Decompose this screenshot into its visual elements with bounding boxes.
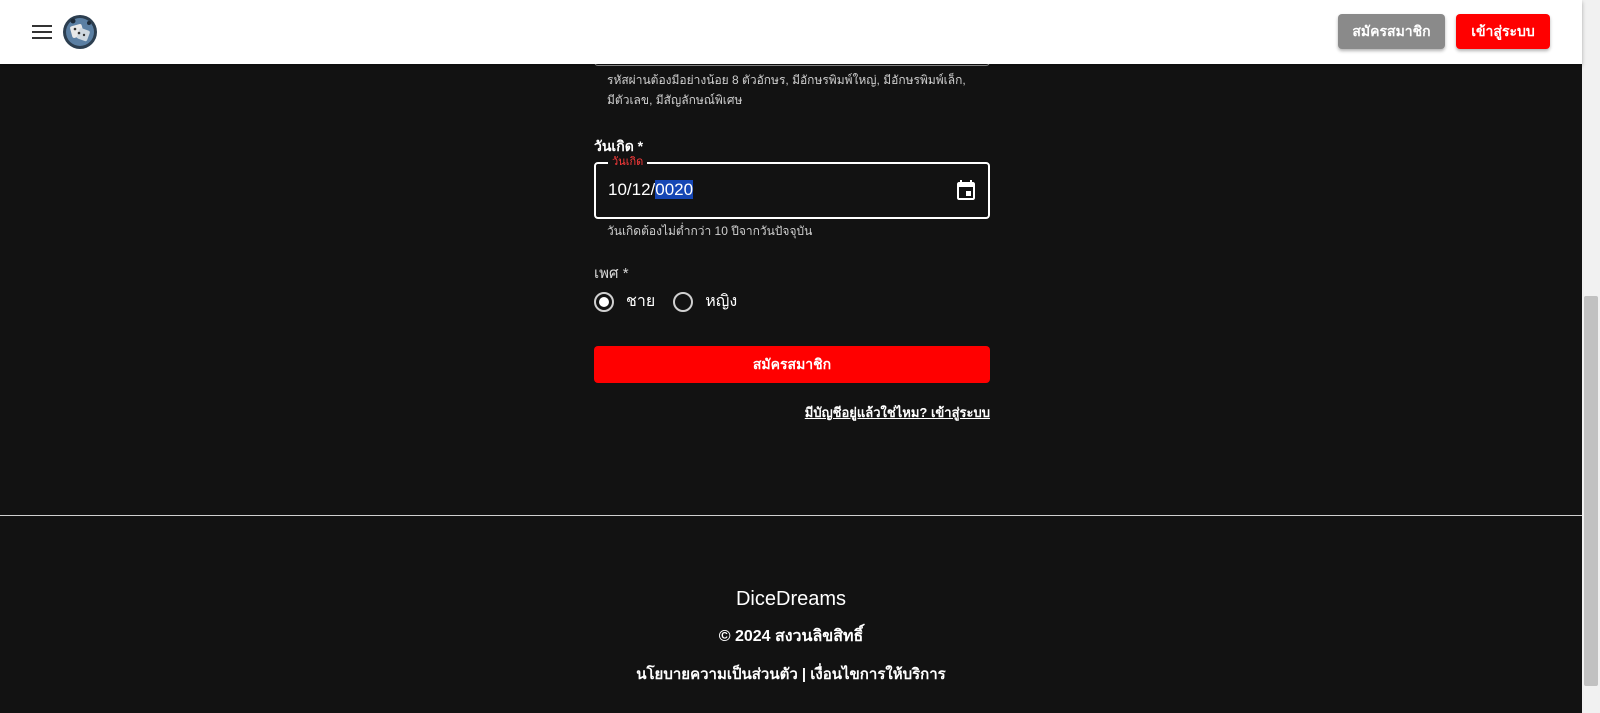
password-helper-text: รหัสผ่านต้องมีอย่างน้อย 8 ตัวอักษร, มีอั… [607, 70, 966, 110]
radio-selected-dot [599, 296, 609, 307]
birthdate-value-selected: 0020 [655, 180, 694, 199]
vertical-scrollbar[interactable] [1582, 0, 1600, 713]
radio-male-label[interactable]: ชาย [626, 289, 655, 314]
radio-female-label[interactable]: หญิง [705, 289, 737, 314]
gender-radio-group: ชาย หญิง [594, 289, 737, 314]
login-button[interactable]: เข้าสู่ระบบ [1456, 14, 1550, 49]
footer-links: นโยบายความเป็นส่วนตัว | เงื่อนไขการให้บร… [0, 662, 1582, 686]
hamburger-menu-icon[interactable] [26, 18, 58, 46]
submit-register-button[interactable]: สมัครสมาชิก [594, 346, 990, 383]
birthdate-value-prefix: 10/12/ [608, 180, 656, 199]
dice-logo-icon[interactable] [62, 14, 98, 50]
app-bar: สมัครสมาชิก เข้าสู่ระบบ [0, 0, 1582, 64]
register-button[interactable]: สมัครสมาชิก [1338, 14, 1445, 49]
footer-divider [0, 515, 1582, 516]
terms-of-service-link[interactable]: เงื่อนไขการให้บริการ [810, 666, 945, 683]
privacy-policy-link[interactable]: นโยบายความเป็นส่วนตัว [636, 666, 798, 683]
birthdate-field[interactable]: วันเกิด 10/12/0020 [594, 155, 990, 219]
radio-female[interactable] [673, 291, 694, 312]
birthdate-input[interactable]: 10/12/0020 [608, 180, 694, 200]
birthdate-floating-label: วันเกิด [608, 155, 648, 169]
radio-male[interactable] [594, 291, 614, 312]
password-helper-line: รหัสผ่านต้องมีอย่างน้อย 8 ตัวอักษร, มีอั… [607, 73, 966, 87]
footer-copyright: © 2024 สงวนลิขสิทธิ์ [718, 628, 864, 645]
login-link[interactable]: มีบัญชีอยู่แล้วใช่ไหม? เข้าสู่ระบบ [805, 402, 990, 423]
birthdate-helper-text: วันเกิดต้องไม่ต่ำกว่า 10 ปีจากวันปัจจุบั… [607, 224, 813, 238]
footer-separator: | [797, 666, 811, 683]
gender-label: เพศ * [594, 265, 629, 282]
scrollbar-thumb[interactable] [1584, 296, 1598, 686]
footer-brand: DiceDreams [735, 588, 847, 610]
calendar-icon[interactable] [954, 179, 978, 203]
password-helper-line: มีตัวเลข, มีสัญลักษณ์พิเศษ [607, 93, 743, 107]
